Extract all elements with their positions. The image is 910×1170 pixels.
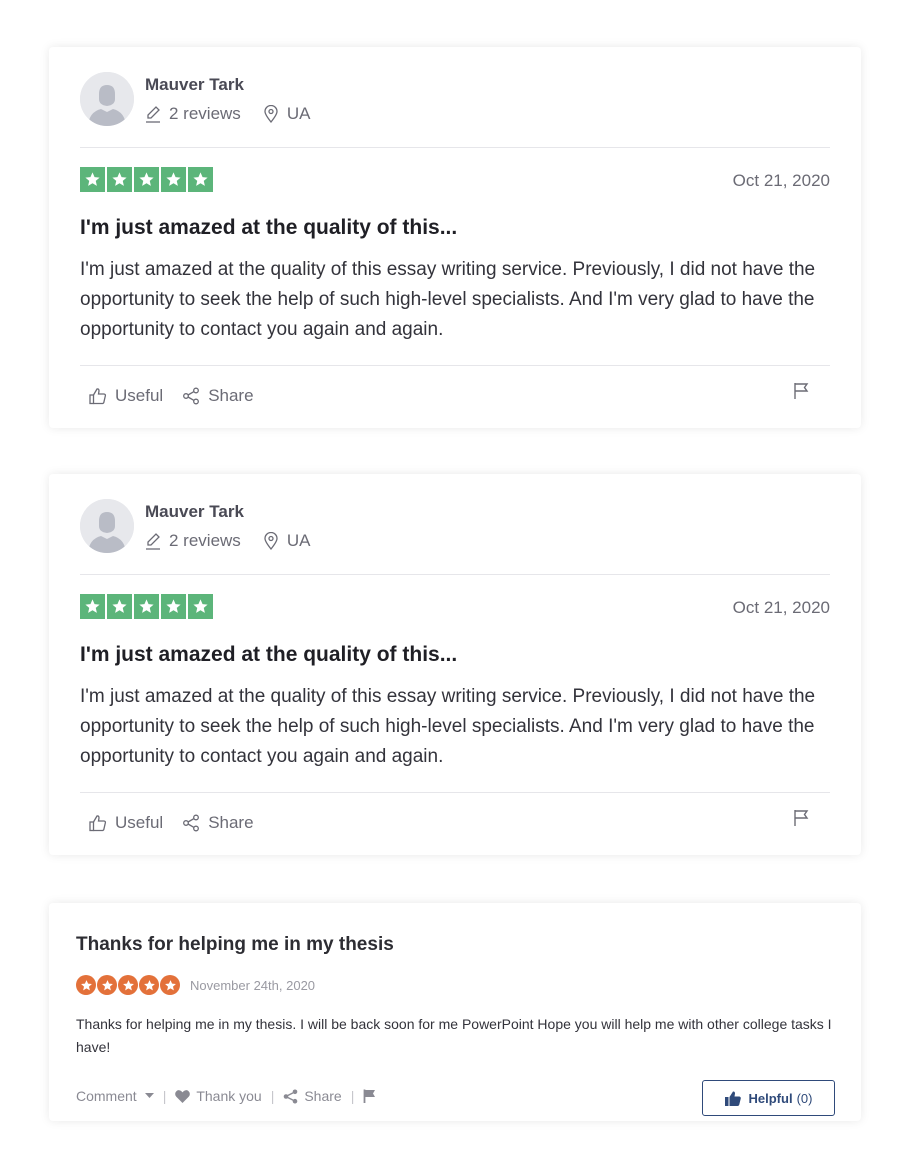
divider [80,574,830,575]
share-icon [182,814,200,832]
review-body: I'm just amazed at the quality of this e… [80,259,816,340]
share-button[interactable]: Share [182,813,254,833]
divider [80,147,830,148]
thumbs-up-icon [89,387,107,405]
review-date: November 24th, 2020 [190,977,316,993]
separator: | [162,1088,167,1104]
star-icon [118,975,138,995]
star-icon [80,167,105,192]
divider [80,792,830,793]
thumbs-up-icon [724,1090,741,1106]
review-card: Mauver Tark 2 reviews UA Oct 21, 2020 I'… [49,47,861,428]
location-pin-icon [263,532,279,550]
separator: | [270,1088,275,1104]
useful-button[interactable]: Useful [89,813,163,833]
thumbs-up-icon [89,814,107,832]
star-icon [139,975,159,995]
star-rating: November 24th, 2020 [76,975,315,995]
reviewer-meta: 2 reviews UA [145,531,310,551]
review-title[interactable]: I'm just amazed at the quality of this..… [80,216,457,240]
pencil-icon [145,105,161,123]
review-body: I'm just amazed at the quality of this e… [80,686,816,767]
review-count-text: 2 reviews [169,104,241,123]
thank-you-button[interactable]: Thank you [175,1088,262,1104]
reviewer-meta: 2 reviews UA [145,104,310,124]
comment-label: Comment [76,1088,137,1104]
review-actions: Useful Share [89,386,254,406]
review-card: Thanks for helping me in my thesis Novem… [49,903,861,1121]
location-text: UA [286,531,311,550]
helpful-label: Helpful [748,1090,793,1106]
review-date: Oct 21, 2020 [732,171,830,190]
useful-label: Useful [115,386,164,405]
review-count: 2 reviews [145,104,241,124]
flag-icon[interactable] [793,809,809,827]
star-icon [97,975,117,995]
star-icon [160,975,180,995]
review-body: Thanks for helping me in my thesis. I wi… [76,1016,832,1055]
share-label: Share [304,1088,342,1104]
heart-icon [175,1089,191,1103]
review-card: Mauver Tark 2 reviews UA Oct 21, 2020 I'… [49,474,861,855]
pencil-icon [145,532,161,550]
star-icon [161,594,186,619]
star-rating [80,167,213,192]
comment-button[interactable]: Comment [76,1088,154,1104]
thank-you-label: Thank you [196,1088,262,1104]
location-pin-icon [263,105,279,123]
caret-down-icon [144,1093,154,1099]
user-avatar-icon[interactable] [80,72,134,126]
useful-button[interactable]: Useful [89,386,163,406]
star-icon [134,594,159,619]
helpful-button[interactable]: Helpful (0) [702,1080,835,1116]
review-actions: Useful Share [89,813,254,833]
star-icon [188,167,213,192]
share-icon [283,1089,298,1104]
star-rating [80,594,213,619]
star-icon [80,594,105,619]
share-icon [182,387,200,405]
reviewer-name[interactable]: Mauver Tark [145,502,244,522]
star-icon [107,167,132,192]
review-title[interactable]: I'm just amazed at the quality of this..… [80,643,457,667]
useful-label: Useful [115,813,164,832]
share-button[interactable]: Share [182,386,254,406]
share-button[interactable]: Share [283,1088,342,1104]
flag-icon[interactable] [793,382,809,400]
review-title[interactable]: Thanks for helping me in my thesis [76,934,394,956]
helpful-count: (0) [796,1090,813,1106]
reviewer-location: UA [263,104,311,124]
review-count: 2 reviews [145,531,241,551]
share-label: Share [208,386,254,405]
user-avatar-icon[interactable] [80,499,134,553]
review-date: Oct 21, 2020 [732,598,830,617]
divider [80,365,830,366]
flag-icon[interactable] [363,1089,376,1103]
star-icon [107,594,132,619]
star-icon [188,594,213,619]
reviewer-name[interactable]: Mauver Tark [145,75,244,95]
location-text: UA [286,104,311,123]
review-count-text: 2 reviews [169,531,241,550]
star-icon [134,167,159,192]
separator: | [350,1088,355,1104]
share-label: Share [208,813,254,832]
star-icon [161,167,186,192]
star-icon [76,975,96,995]
reviewer-location: UA [263,531,311,551]
review-actions: Comment | Thank you | Share | [76,1088,376,1104]
